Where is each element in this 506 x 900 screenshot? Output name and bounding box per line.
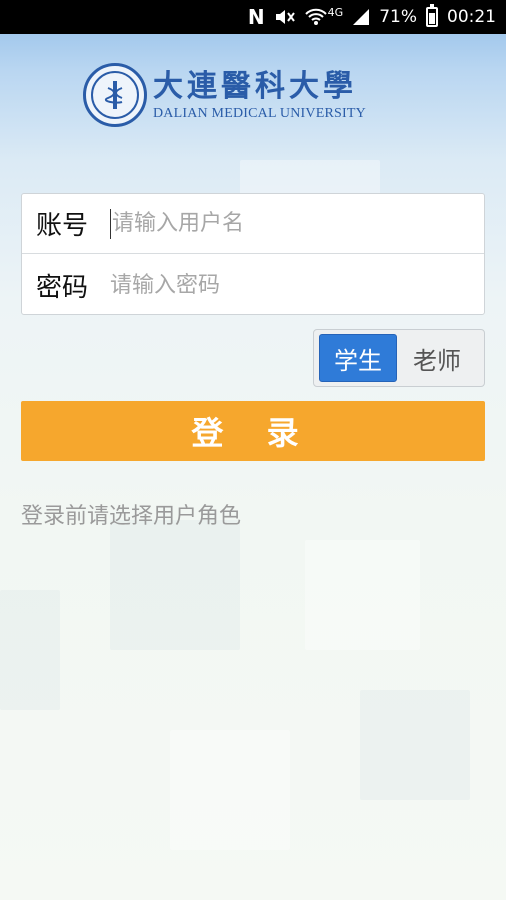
signal-icon [352, 6, 370, 28]
university-name-en: DALIAN MEDICAL UNIVERSITY [153, 106, 366, 121]
account-label: 账号 [36, 211, 89, 241]
role-student-button[interactable]: 学生 [319, 334, 397, 382]
background-tile [360, 690, 470, 800]
university-name-cn: 大連醫科大學 [153, 69, 357, 104]
wifi-icon [304, 6, 327, 28]
login-form: 账号 密码 [21, 193, 485, 315]
text-cursor [110, 208, 111, 239]
battery-icon [426, 4, 438, 27]
account-input[interactable] [112, 203, 484, 244]
password-label: 密码 [36, 272, 89, 303]
role-teacher-button[interactable]: 老师 [397, 334, 477, 382]
password-input[interactable] [110, 265, 484, 305]
university-logo: 大連醫科大學 DALIAN MEDICAL UNIVERSITY [83, 62, 373, 128]
role-toggle: 学生 老师 [313, 329, 485, 387]
background-tile [305, 540, 420, 650]
university-seal-icon [83, 63, 147, 127]
password-row: 密码 [22, 255, 484, 315]
status-bar: N 4G 71% 00:21 [0, 0, 506, 34]
background-tile [0, 590, 60, 710]
n-icon: N [247, 5, 265, 29]
login-button[interactable]: 登 录 [21, 401, 485, 461]
battery-percent: 71% [379, 7, 417, 27]
background-tile [110, 520, 240, 650]
clock: 00:21 [447, 7, 496, 27]
mute-icon [274, 6, 296, 28]
account-row: 账号 [22, 194, 484, 254]
background-tile [170, 730, 290, 850]
role-hint-text: 登录前请选择用户角色 [21, 504, 242, 529]
network-type-label: 4G [327, 5, 344, 19]
